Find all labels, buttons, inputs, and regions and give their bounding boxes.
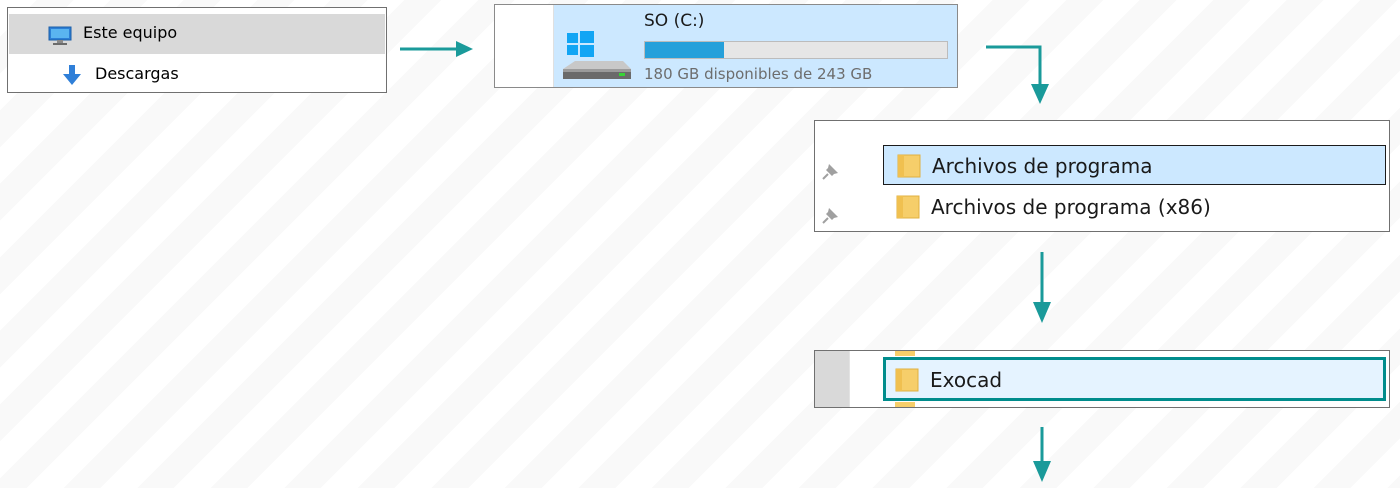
target-folder-panel: Exocad bbox=[814, 350, 1390, 408]
folder-row-archivos-de-programa[interactable]: Archivos de programa bbox=[883, 145, 1386, 185]
nav-item-este-equipo[interactable]: Este equipo bbox=[9, 14, 385, 54]
windows-drive-icon bbox=[563, 31, 631, 79]
folder-name: Exocad bbox=[930, 368, 1003, 392]
folder-icon bbox=[895, 351, 915, 356]
arrow-down-icon bbox=[1033, 252, 1051, 323]
nav-item-label: Descargas bbox=[95, 64, 179, 83]
folder-row-exocad[interactable]: Exocad bbox=[883, 357, 1386, 401]
arrow-elbow-down-icon bbox=[986, 45, 1049, 104]
arrow-right-icon bbox=[400, 41, 473, 57]
pin-icon[interactable] bbox=[821, 207, 839, 225]
drive-name: SO (C:) bbox=[644, 11, 705, 31]
folder-list-panel: Archivos de programa Archivos de program… bbox=[814, 120, 1390, 232]
drive-usage-bar bbox=[644, 41, 948, 59]
folder-icon bbox=[897, 154, 921, 178]
folder-icon bbox=[895, 368, 919, 392]
computer-icon bbox=[48, 26, 72, 45]
drive-free-space: 180 GB disponibles de 243 GB bbox=[644, 65, 873, 83]
pane-gutter bbox=[495, 5, 553, 87]
drive-usage-fill bbox=[645, 42, 724, 58]
pin-icon[interactable] bbox=[821, 163, 839, 181]
divider bbox=[849, 351, 850, 407]
navigation-pane: Este equipo Descargas bbox=[7, 7, 387, 93]
folder-name: Archivos de programa (x86) bbox=[931, 195, 1211, 219]
nav-item-label: Este equipo bbox=[83, 23, 178, 42]
arrow-down-icon bbox=[1033, 427, 1051, 482]
folder-icon bbox=[896, 195, 920, 219]
pane-gutter bbox=[815, 351, 849, 407]
folder-icon bbox=[895, 402, 915, 407]
folder-name: Archivos de programa bbox=[932, 154, 1153, 178]
download-arrow-icon bbox=[63, 65, 81, 85]
drive-panel: SO (C:) 180 GB disponibles de 243 GB bbox=[494, 4, 958, 88]
folder-row-archivos-de-programa-x86[interactable]: Archivos de programa (x86) bbox=[883, 187, 1386, 227]
nav-item-descargas[interactable]: Descargas bbox=[9, 54, 385, 94]
